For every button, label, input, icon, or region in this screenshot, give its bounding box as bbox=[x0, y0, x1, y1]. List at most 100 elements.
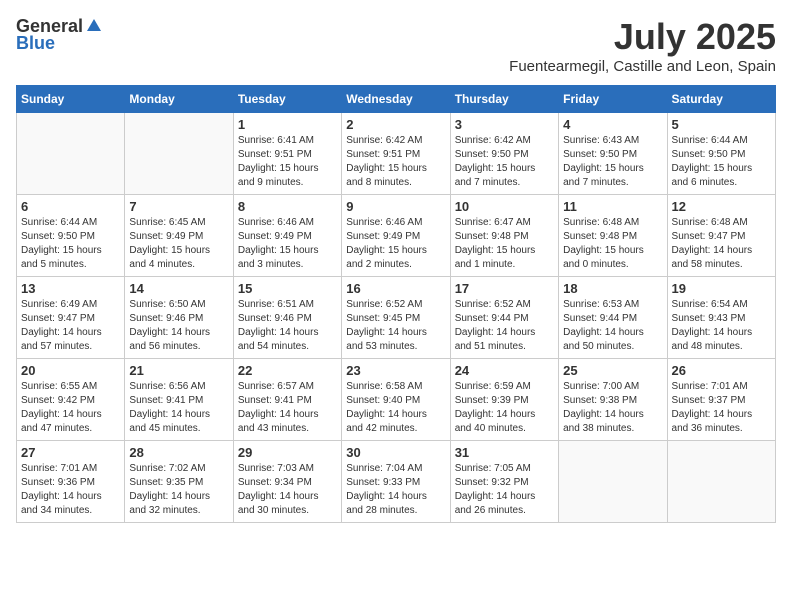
calendar-day-cell bbox=[559, 441, 667, 523]
calendar-day-cell: 24 Sunrise: 6:59 AM Sunset: 9:39 PM Dayl… bbox=[450, 359, 558, 441]
calendar-day-cell: 25 Sunrise: 7:00 AM Sunset: 9:38 PM Dayl… bbox=[559, 359, 667, 441]
day-number: 24 bbox=[455, 363, 554, 378]
day-info: Sunrise: 6:59 AM Sunset: 9:39 PM Dayligh… bbox=[455, 380, 554, 436]
daylight-text: Daylight: 14 hours and 54 minutes. bbox=[238, 326, 337, 354]
title-section: July 2025 Fuentearmegil, Castille and Le… bbox=[509, 16, 776, 75]
sunset-text: Sunset: 9:49 PM bbox=[238, 230, 337, 244]
daylight-text: Daylight: 14 hours and 51 minutes. bbox=[455, 326, 554, 354]
calendar-week-row: 6 Sunrise: 6:44 AM Sunset: 9:50 PM Dayli… bbox=[17, 195, 776, 277]
sunrise-text: Sunrise: 6:45 AM bbox=[129, 216, 228, 230]
daylight-text: Daylight: 14 hours and 47 minutes. bbox=[21, 408, 120, 436]
weekday-header: Saturday bbox=[667, 86, 775, 113]
day-number: 13 bbox=[21, 281, 120, 296]
day-info: Sunrise: 7:03 AM Sunset: 9:34 PM Dayligh… bbox=[238, 462, 337, 518]
day-number: 17 bbox=[455, 281, 554, 296]
day-info: Sunrise: 6:46 AM Sunset: 9:49 PM Dayligh… bbox=[346, 216, 445, 272]
calendar-day-cell: 7 Sunrise: 6:45 AM Sunset: 9:49 PM Dayli… bbox=[125, 195, 233, 277]
daylight-text: Daylight: 14 hours and 38 minutes. bbox=[563, 408, 662, 436]
day-info: Sunrise: 6:45 AM Sunset: 9:49 PM Dayligh… bbox=[129, 216, 228, 272]
calendar-day-cell: 21 Sunrise: 6:56 AM Sunset: 9:41 PM Dayl… bbox=[125, 359, 233, 441]
calendar-day-cell: 9 Sunrise: 6:46 AM Sunset: 9:49 PM Dayli… bbox=[342, 195, 450, 277]
daylight-text: Daylight: 15 hours and 6 minutes. bbox=[672, 162, 771, 190]
sunrise-text: Sunrise: 6:41 AM bbox=[238, 134, 337, 148]
daylight-text: Daylight: 15 hours and 4 minutes. bbox=[129, 244, 228, 272]
calendar-header-row: SundayMondayTuesdayWednesdayThursdayFrid… bbox=[17, 86, 776, 113]
daylight-text: Daylight: 14 hours and 50 minutes. bbox=[563, 326, 662, 354]
sunrise-text: Sunrise: 6:57 AM bbox=[238, 380, 337, 394]
calendar-day-cell: 18 Sunrise: 6:53 AM Sunset: 9:44 PM Dayl… bbox=[559, 277, 667, 359]
sunset-text: Sunset: 9:40 PM bbox=[346, 394, 445, 408]
daylight-text: Daylight: 14 hours and 58 minutes. bbox=[672, 244, 771, 272]
day-number: 10 bbox=[455, 199, 554, 214]
day-info: Sunrise: 7:04 AM Sunset: 9:33 PM Dayligh… bbox=[346, 462, 445, 518]
day-info: Sunrise: 6:51 AM Sunset: 9:46 PM Dayligh… bbox=[238, 298, 337, 354]
calendar-week-row: 20 Sunrise: 6:55 AM Sunset: 9:42 PM Dayl… bbox=[17, 359, 776, 441]
sunset-text: Sunset: 9:48 PM bbox=[563, 230, 662, 244]
daylight-text: Daylight: 14 hours and 26 minutes. bbox=[455, 490, 554, 518]
calendar-day-cell: 23 Sunrise: 6:58 AM Sunset: 9:40 PM Dayl… bbox=[342, 359, 450, 441]
calendar-day-cell bbox=[17, 113, 125, 195]
sunrise-text: Sunrise: 6:42 AM bbox=[346, 134, 445, 148]
day-number: 14 bbox=[129, 281, 228, 296]
weekday-header: Wednesday bbox=[342, 86, 450, 113]
day-info: Sunrise: 6:46 AM Sunset: 9:49 PM Dayligh… bbox=[238, 216, 337, 272]
day-number: 12 bbox=[672, 199, 771, 214]
day-number: 16 bbox=[346, 281, 445, 296]
sunset-text: Sunset: 9:50 PM bbox=[21, 230, 120, 244]
sunset-text: Sunset: 9:33 PM bbox=[346, 476, 445, 490]
calendar-table: SundayMondayTuesdayWednesdayThursdayFrid… bbox=[16, 85, 776, 523]
logo: General Blue bbox=[16, 16, 103, 54]
sunrise-text: Sunrise: 6:47 AM bbox=[455, 216, 554, 230]
sunset-text: Sunset: 9:44 PM bbox=[563, 312, 662, 326]
sunrise-text: Sunrise: 7:01 AM bbox=[21, 462, 120, 476]
daylight-text: Daylight: 14 hours and 28 minutes. bbox=[346, 490, 445, 518]
weekday-header: Tuesday bbox=[233, 86, 341, 113]
day-number: 27 bbox=[21, 445, 120, 460]
sunset-text: Sunset: 9:50 PM bbox=[455, 148, 554, 162]
month-title: July 2025 bbox=[509, 16, 776, 58]
sunrise-text: Sunrise: 6:58 AM bbox=[346, 380, 445, 394]
sunrise-text: Sunrise: 6:59 AM bbox=[455, 380, 554, 394]
calendar-week-row: 27 Sunrise: 7:01 AM Sunset: 9:36 PM Dayl… bbox=[17, 441, 776, 523]
daylight-text: Daylight: 15 hours and 5 minutes. bbox=[21, 244, 120, 272]
daylight-text: Daylight: 14 hours and 34 minutes. bbox=[21, 490, 120, 518]
logo-blue: Blue bbox=[16, 33, 55, 54]
daylight-text: Daylight: 15 hours and 9 minutes. bbox=[238, 162, 337, 190]
calendar-day-cell: 13 Sunrise: 6:49 AM Sunset: 9:47 PM Dayl… bbox=[17, 277, 125, 359]
daylight-text: Daylight: 14 hours and 48 minutes. bbox=[672, 326, 771, 354]
daylight-text: Daylight: 14 hours and 32 minutes. bbox=[129, 490, 228, 518]
day-number: 6 bbox=[21, 199, 120, 214]
day-info: Sunrise: 6:54 AM Sunset: 9:43 PM Dayligh… bbox=[672, 298, 771, 354]
day-info: Sunrise: 6:48 AM Sunset: 9:47 PM Dayligh… bbox=[672, 216, 771, 272]
day-number: 26 bbox=[672, 363, 771, 378]
day-info: Sunrise: 6:44 AM Sunset: 9:50 PM Dayligh… bbox=[21, 216, 120, 272]
sunrise-text: Sunrise: 7:01 AM bbox=[672, 380, 771, 394]
sunset-text: Sunset: 9:49 PM bbox=[346, 230, 445, 244]
day-number: 28 bbox=[129, 445, 228, 460]
sunset-text: Sunset: 9:49 PM bbox=[129, 230, 228, 244]
day-info: Sunrise: 6:53 AM Sunset: 9:44 PM Dayligh… bbox=[563, 298, 662, 354]
daylight-text: Daylight: 14 hours and 40 minutes. bbox=[455, 408, 554, 436]
daylight-text: Daylight: 15 hours and 7 minutes. bbox=[563, 162, 662, 190]
calendar-day-cell: 11 Sunrise: 6:48 AM Sunset: 9:48 PM Dayl… bbox=[559, 195, 667, 277]
sunset-text: Sunset: 9:41 PM bbox=[129, 394, 228, 408]
calendar-day-cell: 8 Sunrise: 6:46 AM Sunset: 9:49 PM Dayli… bbox=[233, 195, 341, 277]
daylight-text: Daylight: 14 hours and 53 minutes. bbox=[346, 326, 445, 354]
daylight-text: Daylight: 14 hours and 45 minutes. bbox=[129, 408, 228, 436]
day-number: 2 bbox=[346, 117, 445, 132]
sunrise-text: Sunrise: 6:52 AM bbox=[346, 298, 445, 312]
calendar-week-row: 13 Sunrise: 6:49 AM Sunset: 9:47 PM Dayl… bbox=[17, 277, 776, 359]
sunset-text: Sunset: 9:45 PM bbox=[346, 312, 445, 326]
calendar-day-cell: 22 Sunrise: 6:57 AM Sunset: 9:41 PM Dayl… bbox=[233, 359, 341, 441]
daylight-text: Daylight: 14 hours and 43 minutes. bbox=[238, 408, 337, 436]
calendar-day-cell: 14 Sunrise: 6:50 AM Sunset: 9:46 PM Dayl… bbox=[125, 277, 233, 359]
sunset-text: Sunset: 9:46 PM bbox=[238, 312, 337, 326]
day-info: Sunrise: 6:44 AM Sunset: 9:50 PM Dayligh… bbox=[672, 134, 771, 190]
calendar-day-cell: 16 Sunrise: 6:52 AM Sunset: 9:45 PM Dayl… bbox=[342, 277, 450, 359]
sunset-text: Sunset: 9:50 PM bbox=[672, 148, 771, 162]
calendar-day-cell: 29 Sunrise: 7:03 AM Sunset: 9:34 PM Dayl… bbox=[233, 441, 341, 523]
sunset-text: Sunset: 9:36 PM bbox=[21, 476, 120, 490]
calendar-day-cell: 28 Sunrise: 7:02 AM Sunset: 9:35 PM Dayl… bbox=[125, 441, 233, 523]
sunrise-text: Sunrise: 6:54 AM bbox=[672, 298, 771, 312]
daylight-text: Daylight: 15 hours and 0 minutes. bbox=[563, 244, 662, 272]
